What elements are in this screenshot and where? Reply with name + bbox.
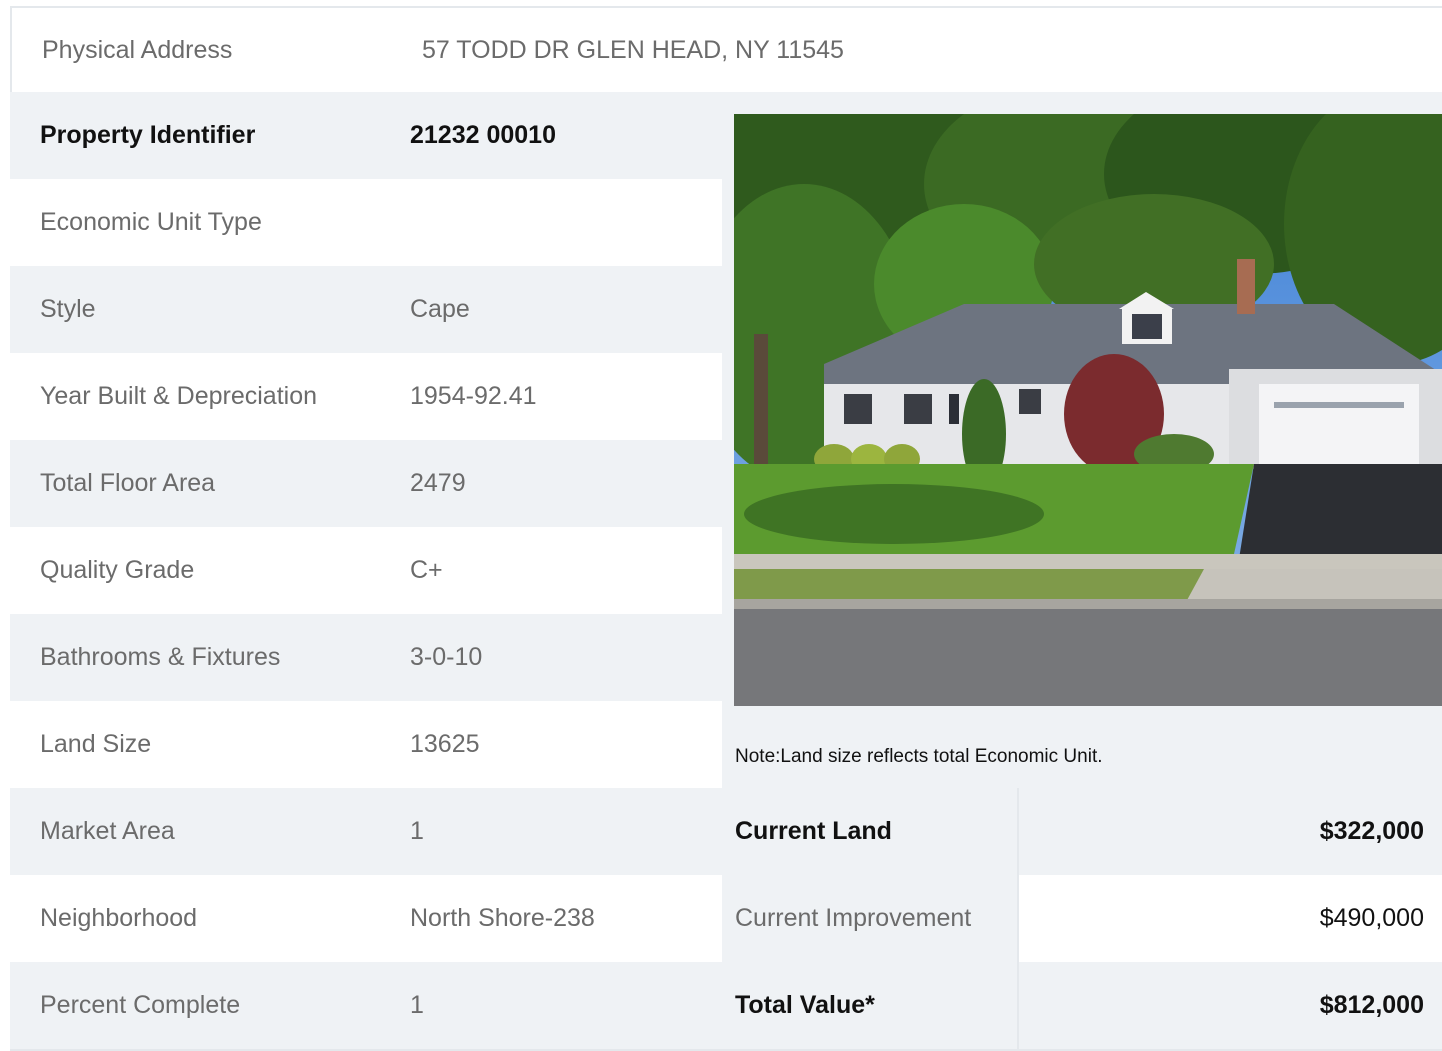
row-value-land-size: 13625	[380, 701, 724, 790]
row-label-neighborhood: Neighborhood	[10, 875, 382, 964]
value-label-total-value: Total Value*	[722, 962, 1019, 1051]
address-label: Physical Address	[10, 6, 382, 94]
row-value-style: Cape	[380, 266, 724, 355]
row-value-percent-complete: 1	[380, 962, 724, 1051]
row-label-quality-grade: Quality Grade	[10, 527, 382, 616]
row-label-percent-complete: Percent Complete	[10, 962, 382, 1051]
row-label-economic-unit-type: Economic Unit Type	[10, 179, 382, 268]
row-label-land-size: Land Size	[10, 701, 382, 790]
house-photo	[734, 114, 1442, 706]
row-value-property-identifier: 21232 00010	[380, 92, 724, 181]
row-value-total-floor-area: 2479	[380, 440, 724, 529]
value-label-current-improvement: Current Improvement	[722, 875, 1019, 964]
row-value-quality-grade: C+	[380, 527, 724, 616]
row-label-property-identifier: Property Identifier	[10, 92, 382, 181]
row-value-bathrooms: 3-0-10	[380, 614, 724, 703]
row-label-market-area: Market Area	[10, 788, 382, 877]
land-size-note: Note:Land size reflects total Economic U…	[735, 746, 1103, 767]
row-label-year-built: Year Built & Depreciation	[10, 353, 382, 442]
value-label-current-land: Current Land	[722, 788, 1019, 877]
row-value-year-built: 1954-92.41	[380, 353, 724, 442]
row-label-style: Style	[10, 266, 382, 355]
row-value-economic-unit-type	[380, 179, 724, 268]
value-total-value: $812,000	[1017, 962, 1442, 1051]
row-label-total-floor-area: Total Floor Area	[10, 440, 382, 529]
value-current-land: $322,000	[1017, 788, 1442, 877]
row-value-market-area: 1	[380, 788, 724, 877]
row-value-neighborhood: North Shore-238	[380, 875, 724, 964]
value-current-improvement: $490,000	[1017, 875, 1442, 964]
row-label-bathrooms: Bathrooms & Fixtures	[10, 614, 382, 703]
address-value: 57 TODD DR GLEN HEAD, NY 11545	[380, 6, 1442, 94]
